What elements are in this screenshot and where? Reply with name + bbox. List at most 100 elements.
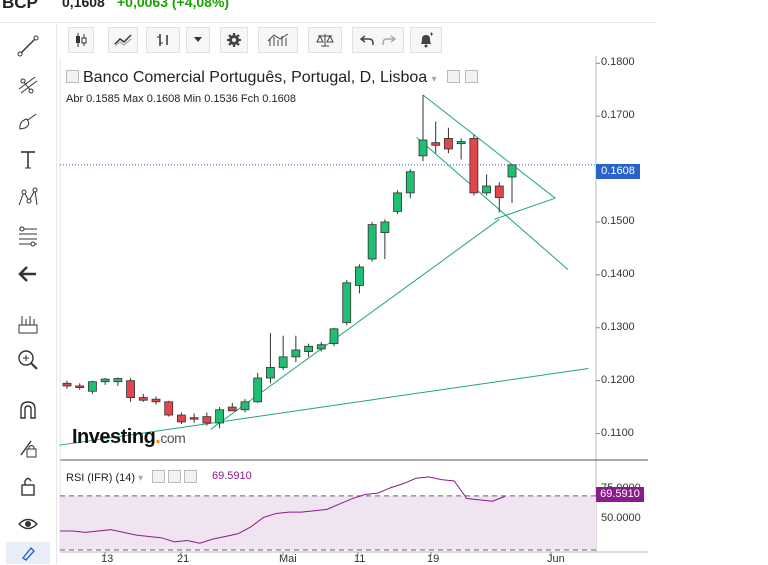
candle-body xyxy=(507,164,517,178)
candle-body xyxy=(482,185,491,194)
rsi-eye-icon[interactable] xyxy=(152,470,166,483)
price-tick-label: 0.1300 xyxy=(601,320,635,333)
candle-body xyxy=(342,282,352,323)
rsi-inline-value: 69.5910 xyxy=(212,470,252,482)
price-tick-label: 0.1100 xyxy=(601,426,634,439)
candle xyxy=(405,169,415,199)
candle-body xyxy=(126,380,135,398)
rsi-settings-icon[interactable] xyxy=(168,470,182,483)
candle xyxy=(126,378,135,402)
legend-eye-icon[interactable] xyxy=(447,70,461,83)
candle xyxy=(367,221,377,262)
rsi-panel xyxy=(60,476,596,551)
candle-body xyxy=(177,414,186,423)
candle xyxy=(329,327,339,347)
rsi-tick-50: 50.0000 xyxy=(601,512,641,524)
candle xyxy=(418,95,428,162)
wedge-upper-line xyxy=(422,94,556,199)
title-dropdown-icon[interactable]: ▾ xyxy=(432,74,437,85)
candle xyxy=(444,127,453,154)
candle xyxy=(342,280,352,326)
candle xyxy=(494,182,504,213)
time-tick-label: Mai xyxy=(279,553,297,565)
chart-legend: Banco Comercial Português, Portugal, D, … xyxy=(66,69,478,87)
price-tick-label: 0.1500 xyxy=(601,214,635,227)
candle xyxy=(304,343,313,357)
candle xyxy=(393,190,402,215)
candle-body xyxy=(227,406,237,412)
candle xyxy=(380,219,390,259)
candle-body xyxy=(278,356,288,368)
candle-body xyxy=(215,409,224,424)
candle-body xyxy=(329,328,339,345)
price-tick-label: 0.1200 xyxy=(601,373,635,386)
time-tick-label: Jun xyxy=(547,553,565,565)
price-tick-label: 0.1800 xyxy=(601,56,635,69)
rsi-dropdown-icon[interactable]: ▾ xyxy=(138,473,143,484)
candle-body xyxy=(113,378,123,383)
price-tick-label: 0.1400 xyxy=(601,267,635,280)
candle xyxy=(431,121,441,154)
candle xyxy=(62,380,72,389)
candle xyxy=(88,380,97,394)
candle xyxy=(189,413,199,423)
legend-settings-icon[interactable] xyxy=(464,70,478,83)
time-tick-label: 21 xyxy=(177,553,190,565)
candle-body xyxy=(62,382,72,387)
candle-body xyxy=(88,381,97,392)
trendlines xyxy=(59,94,589,446)
time-tick-label: 13 xyxy=(101,553,114,565)
time-tick-label: 19 xyxy=(427,553,440,565)
candle-body xyxy=(431,142,441,146)
candle-body xyxy=(418,139,428,157)
last-price-badge: 0.1608 xyxy=(596,164,640,179)
candle-body xyxy=(100,378,110,383)
candle-body xyxy=(291,349,301,358)
candle-body xyxy=(75,385,85,388)
candle-body xyxy=(253,377,263,403)
candle-body xyxy=(164,401,174,416)
rsi-value-badge: 69.5910 xyxy=(596,487,644,502)
candle-body xyxy=(355,266,364,286)
candle-body xyxy=(469,137,479,194)
candle xyxy=(266,333,275,384)
candle xyxy=(355,264,364,294)
candle-body xyxy=(494,185,504,199)
instrument-title: Banco Comercial Português, Portugal, D, … xyxy=(83,69,428,86)
rsi-name: RSI (IFR) (14) xyxy=(66,472,136,484)
candle-body xyxy=(444,137,453,150)
candle xyxy=(469,134,479,196)
candle-body xyxy=(456,141,466,145)
candlestick-series xyxy=(62,95,517,429)
candle-body xyxy=(202,416,212,424)
wedge-lower-line xyxy=(416,136,569,270)
candle xyxy=(164,400,174,417)
candle-body xyxy=(189,417,199,420)
candle xyxy=(316,342,326,352)
candle-body xyxy=(393,192,402,212)
candle xyxy=(75,383,85,390)
candle-body xyxy=(240,401,250,411)
candle xyxy=(177,412,186,425)
candle-body xyxy=(316,344,326,350)
rsi-close-icon[interactable] xyxy=(184,470,198,483)
candle-body xyxy=(138,397,148,401)
candle-body xyxy=(405,171,415,194)
rsi-legend: RSI (IFR) (14) ▾ xyxy=(66,470,198,484)
candle xyxy=(482,174,491,196)
candle xyxy=(240,399,250,413)
candle xyxy=(291,335,301,363)
candle xyxy=(456,138,466,160)
candle xyxy=(227,402,237,412)
rsi-band xyxy=(60,495,596,550)
collapse-legend-icon[interactable] xyxy=(66,70,79,83)
wedge-apex-line xyxy=(494,197,556,220)
candle xyxy=(278,335,288,371)
price-tick-label: 0.1700 xyxy=(601,109,635,122)
investing-logo: Investing.com xyxy=(72,426,186,448)
candle-body xyxy=(304,345,313,352)
candle xyxy=(507,164,517,203)
candle xyxy=(138,393,148,402)
ohlc-values: Abr 0.1585 Max 0.1608 Min 0.1536 Fch 0.1… xyxy=(66,93,296,105)
candle-body xyxy=(380,221,390,233)
